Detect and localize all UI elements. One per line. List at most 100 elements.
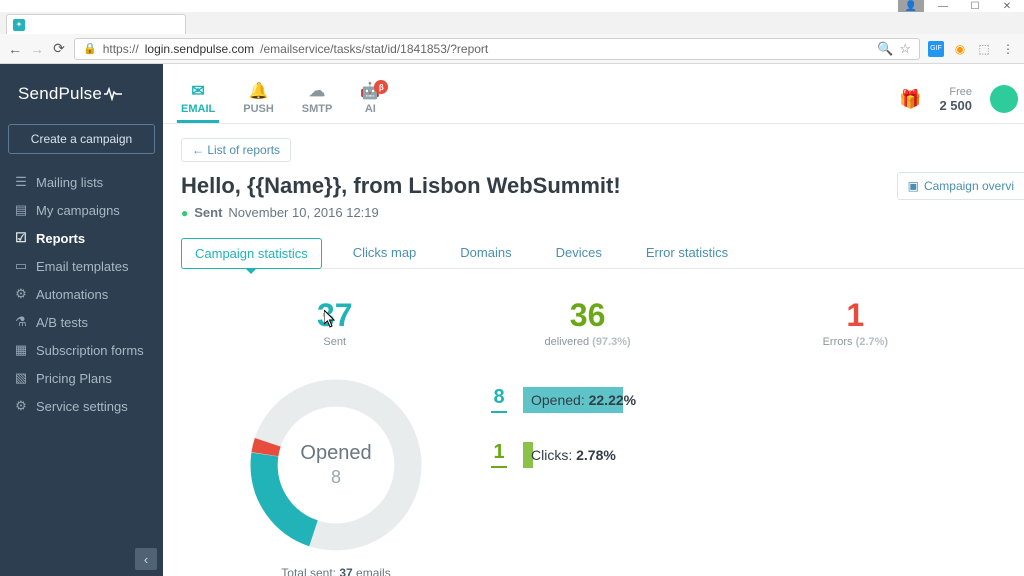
favicon-icon: ✦: [13, 19, 25, 31]
window-titlebar: 👤 — ☐ ✕: [0, 0, 1024, 12]
sidebar-item-label: A/B tests: [36, 315, 88, 330]
sent-status: ● Sent November 10, 2016 12:19: [181, 205, 1024, 220]
extension-icons: GIF ◉ ⬚ ⋮: [928, 41, 1016, 57]
bar-clicks: 1 Clicks: 2.78%: [491, 441, 974, 468]
tab-devices[interactable]: Devices: [543, 238, 615, 269]
breadcrumb[interactable]: ← List of reports: [181, 138, 291, 162]
bookmark-star-icon[interactable]: ☆: [899, 41, 911, 57]
sidebar-item-label: Mailing lists: [36, 175, 103, 190]
sidebar-item-service-settings[interactable]: ⚙ Service settings: [0, 392, 163, 420]
sidebar-item-ab-tests[interactable]: ⚗ A/B tests: [0, 308, 163, 336]
tab-email[interactable]: ✉ EMAIL: [181, 82, 215, 123]
extension-icon[interactable]: GIF: [928, 41, 944, 57]
engagement-bars: 8 Opened: 22.22% 1 Clicks: 2.78%: [491, 370, 974, 496]
topnav-label: AI: [365, 103, 376, 115]
tab-smtp[interactable]: ☁ SMTP: [302, 82, 333, 123]
campaign-overview-link[interactable]: ▣ Campaign overvi: [897, 172, 1024, 200]
bar-label-text: Clicks:: [531, 447, 576, 463]
reload-button[interactable]: ⟳: [52, 42, 66, 56]
back-button[interactable]: ←: [8, 42, 22, 56]
template-icon: ▭: [14, 258, 28, 274]
sidebar-item-pricing-plans[interactable]: ▧Pricing Plans: [0, 364, 163, 392]
stat-errors: 1 Errors (2.7%): [823, 297, 888, 348]
flask-icon: ⚗: [14, 314, 28, 330]
stat-value: 37: [317, 297, 353, 334]
url-path: /emailservice/tasks/stat/id/1841853/?rep…: [260, 42, 488, 56]
top-nav: ✉ EMAIL 🔔 PUSH ☁ SMTP 🤖 β AI 🎁 Free 2 50: [163, 64, 1024, 124]
brand-logo[interactable]: SendPulse: [0, 64, 163, 124]
extension-icon[interactable]: ⬚: [976, 41, 992, 57]
search-in-page-icon[interactable]: 🔍: [877, 41, 893, 57]
campaign-icon: ▤: [14, 202, 28, 218]
check-icon: ●: [181, 206, 188, 220]
bar-label-text: Opened:: [531, 392, 589, 408]
preview-icon: ▣: [908, 179, 919, 193]
tab-clicks-map[interactable]: Clicks map: [340, 238, 430, 269]
beta-badge: β: [374, 80, 388, 94]
stat-value: 36: [544, 297, 630, 334]
stat-sent: 37 Sent: [317, 297, 353, 348]
stat-pct: (97.3%): [592, 336, 631, 348]
tab-campaign-statistics[interactable]: Campaign statistics: [181, 238, 322, 269]
stat-pct: (2.7%): [856, 336, 888, 348]
chrome-menu-icon[interactable]: ⋮: [1000, 41, 1016, 57]
donut-center-label: Opened: [300, 442, 371, 465]
total-sent-caption: Total sent: 37 emails: [241, 566, 431, 576]
forward-button[interactable]: →: [30, 42, 44, 56]
summary-stats: 37 Sent 36 delivered (97.3%) 1 Errors (2…: [181, 269, 1024, 360]
bar-count: 8: [491, 386, 507, 413]
report-tabs: Campaign statistics Clicks map Domains D…: [181, 238, 1024, 269]
sidebar-item-automations[interactable]: ⚙Automations: [0, 280, 163, 308]
balance-value: 2 500: [939, 98, 972, 113]
tab-error-statistics[interactable]: Error statistics: [633, 238, 741, 269]
window-maximize[interactable]: ☐: [962, 0, 988, 12]
browser-tab[interactable]: ✦: [6, 14, 186, 34]
settings-icon: ⚙: [14, 398, 28, 414]
sidebar-item-reports[interactable]: ☑Reports: [0, 224, 163, 252]
stat-delivered: 36 delivered (97.3%): [544, 297, 630, 348]
create-campaign-button[interactable]: Create a campaign: [8, 124, 155, 154]
stat-label: Errors: [823, 336, 853, 348]
topnav-label: EMAIL: [181, 103, 215, 115]
stat-value: 1: [823, 297, 888, 334]
bar-pct: 22.22%: [589, 392, 636, 408]
sidebar-item-my-campaigns[interactable]: ▤ My campaigns: [0, 196, 163, 224]
extension-icon[interactable]: ◉: [952, 41, 968, 57]
tab-push[interactable]: 🔔 PUSH: [243, 82, 274, 123]
brand-text: SendPulse: [18, 84, 102, 104]
sidebar-item-label: Service settings: [36, 399, 128, 414]
list-icon: ☰: [14, 174, 28, 190]
bar-opened: 8 Opened: 22.22%: [491, 386, 974, 413]
window-close[interactable]: ✕: [994, 0, 1020, 12]
sidebar-item-mailing-lists[interactable]: ☰ Mailing lists: [0, 168, 163, 196]
overview-link-text: Campaign overvi: [924, 179, 1014, 193]
sidebar-item-label: Reports: [36, 231, 85, 246]
stat-label: delivered: [544, 336, 589, 348]
balance[interactable]: Free 2 500: [939, 86, 972, 113]
tab-domains[interactable]: Domains: [447, 238, 524, 269]
browser-tabstrip: ✦: [0, 12, 1024, 34]
sidebar-item-email-templates[interactable]: ▭Email templates: [0, 252, 163, 280]
sidebar-collapse-button[interactable]: ‹: [135, 548, 157, 570]
avatar[interactable]: [990, 85, 1018, 113]
sent-time: November 10, 2016 12:19: [228, 205, 378, 220]
email-icon: ✉: [191, 82, 204, 100]
pricing-icon: ▧: [14, 370, 28, 386]
stat-label: Sent: [317, 336, 353, 348]
sidebar-item-subscription-forms[interactable]: ▦Subscription forms: [0, 336, 163, 364]
sidebar-item-label: Automations: [36, 287, 108, 302]
browser-toolbar: ← → ⟳ 🔒 https://login.sendpulse.com/emai…: [0, 34, 1024, 64]
url-host: login.sendpulse.com: [145, 42, 254, 56]
gift-icon[interactable]: 🎁: [899, 89, 921, 110]
url-scheme: https://: [103, 42, 139, 56]
balance-label: Free: [939, 86, 972, 98]
windows-user-icon[interactable]: 👤: [898, 0, 924, 12]
sidebar-item-label: My campaigns: [36, 203, 120, 218]
window-minimize[interactable]: —: [930, 0, 956, 12]
address-bar[interactable]: 🔒 https://login.sendpulse.com/emailservi…: [74, 38, 920, 60]
sidebar: SendPulse Create a campaign ☰ Mailing lis…: [0, 64, 163, 576]
page-title: Hello, {{Name}}, from Lisbon WebSummit!: [181, 173, 621, 199]
donut-chart: Opened 8 Total sent: 37 emails: [241, 370, 431, 576]
main-content: ✉ EMAIL 🔔 PUSH ☁ SMTP 🤖 β AI 🎁 Free 2 50: [163, 64, 1024, 576]
tab-ai[interactable]: 🤖 β AI: [360, 82, 380, 123]
